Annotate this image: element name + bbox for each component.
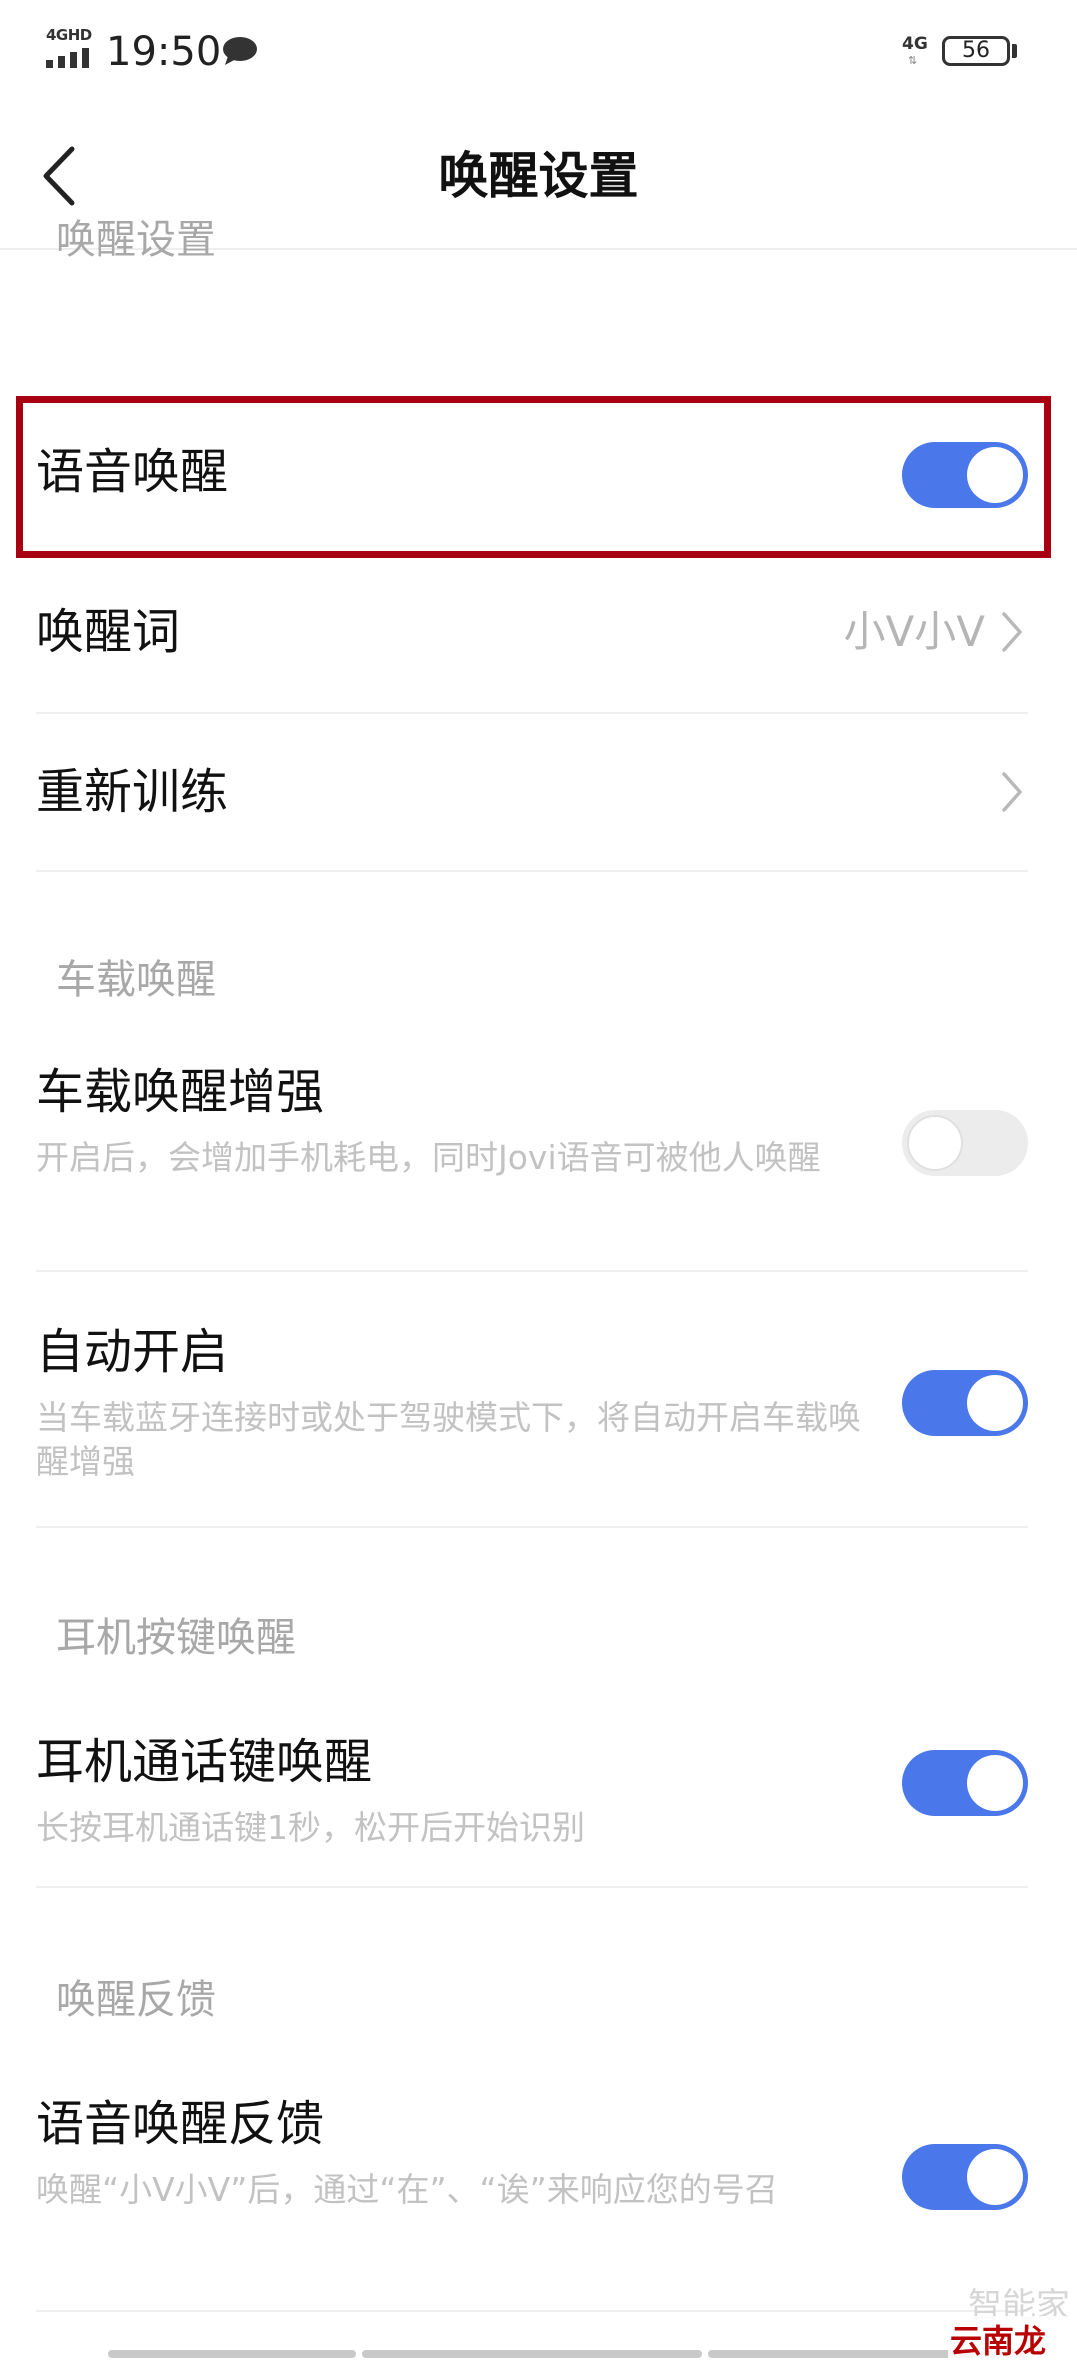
wake-word-row[interactable]: 唤醒词 小V小V: [0, 560, 1077, 710]
divider: [36, 2310, 1028, 2312]
signal-label: 4GHD: [46, 26, 92, 44]
toggle-knob: [907, 1115, 963, 1171]
car-enhance-toggle[interactable]: [902, 1110, 1028, 1176]
page-title: 唤醒设置: [438, 147, 639, 205]
chevron-right-icon: [1002, 772, 1022, 812]
bottom-indicators: [108, 2350, 1028, 2358]
divider: [36, 1886, 1028, 1888]
divider: [36, 1270, 1028, 1272]
highlight-box: [16, 396, 1051, 558]
watermark-bottom: 云南龙网: [948, 2316, 1068, 2360]
message-icon: [223, 37, 257, 65]
headset-call-key-row[interactable]: 耳机通话键唤醒 长按耳机通话键1秒，松开后开始识别: [0, 1720, 1077, 1880]
wake-word-value: 小V小V: [843, 607, 985, 656]
headset-call-key-title: 耳机通话键唤醒: [36, 1734, 373, 1790]
auto-on-desc: 当车载蓝牙连接时或处于驾驶模式下，将自动开启车载唤醒增强: [36, 1398, 861, 1481]
voice-feedback-toggle[interactable]: [902, 2144, 1028, 2210]
section-header-wake: 唤醒设置: [56, 217, 216, 263]
retrain-title: 重新训练: [36, 764, 229, 820]
voice-feedback-title: 语音唤醒反馈: [36, 2096, 325, 2152]
toggle-knob: [967, 1375, 1023, 1431]
battery-icon: 56: [942, 36, 1010, 66]
auto-on-toggle[interactable]: [902, 1370, 1028, 1436]
network-label: 4G: [902, 34, 928, 54]
chevron-right-icon: [1002, 612, 1022, 652]
signal-icon: 4GHD: [46, 26, 94, 70]
section-header-car: 车载唤醒: [56, 957, 216, 1003]
car-enhance-title: 车载唤醒增强: [36, 1064, 325, 1120]
toggle-knob: [967, 2149, 1023, 2205]
section-header-headset: 耳机按键唤醒: [56, 1615, 296, 1661]
signal-bars: [46, 48, 89, 68]
car-enhance-desc: 开启后，会增加手机耗电，同时Jovi语音可被他人唤醒: [36, 1138, 821, 1177]
voice-feedback-row[interactable]: 语音唤醒反馈 唤醒“小V小V”后，通过“在”、“诶”来响应您的号召: [0, 2080, 1077, 2310]
battery-level: 56: [962, 38, 990, 63]
divider: [36, 1526, 1028, 1528]
status-time: 19:50: [106, 29, 222, 75]
watermark: 智能家 云南龙网: [948, 2278, 1074, 2360]
data-activity-icon: ⇅: [908, 54, 918, 67]
auto-on-title: 自动开启: [36, 1324, 229, 1380]
status-bar: 4GHD 19:50 4G ⇅ 56: [0, 0, 1077, 105]
wake-word-title: 唤醒词: [36, 604, 181, 660]
section-header-feedback: 唤醒反馈: [56, 1977, 216, 2023]
divider: [36, 870, 1028, 872]
voice-feedback-desc: 唤醒“小V小V”后，通过“在”、“诶”来响应您的号召: [36, 2170, 778, 2209]
toggle-knob: [967, 1755, 1023, 1811]
retrain-row[interactable]: 重新训练: [0, 714, 1077, 872]
car-enhance-row[interactable]: 车载唤醒增强 开启后，会增加手机耗电，同时Jovi语音可被他人唤醒: [0, 1050, 1077, 1270]
battery-tip: [1012, 44, 1017, 58]
headset-call-key-desc: 长按耳机通话键1秒，松开后开始识别: [36, 1808, 585, 1847]
auto-on-row[interactable]: 自动开启 当车载蓝牙连接时或处于驾驶模式下，将自动开启车载唤醒增强: [0, 1310, 1077, 1530]
headset-call-key-toggle[interactable]: [902, 1750, 1028, 1816]
